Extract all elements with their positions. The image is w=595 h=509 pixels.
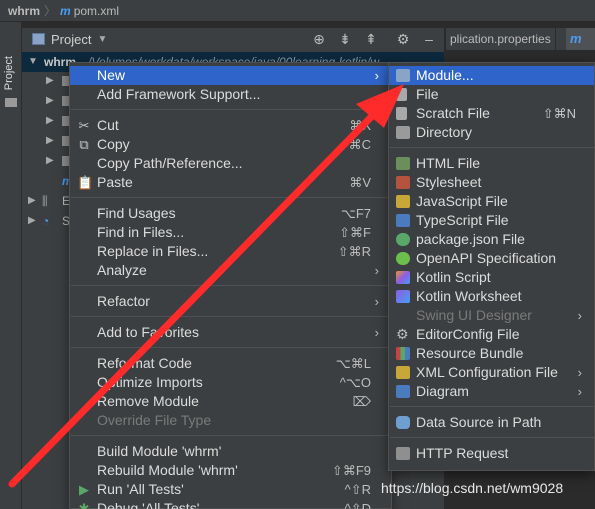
menu-item-build-module[interactable]: Build Module 'whrm'	[70, 442, 391, 461]
directory-icon	[396, 126, 410, 139]
submenu-item-resource-bundle[interactable]: Resource Bundle	[389, 344, 594, 363]
cut-icon: ✂	[78, 118, 90, 133]
project-view-icon	[32, 33, 45, 45]
menu-item-find-in-files[interactable]: Find in Files... ⇧⌘F	[70, 223, 391, 242]
run-icon: ▶	[79, 482, 89, 497]
kotlin-icon	[396, 271, 410, 284]
project-view-selector[interactable]: Project	[51, 32, 91, 47]
library-icon: ⫼	[42, 194, 48, 208]
menu-item-reformat-code[interactable]: Reformat Code ⌥⌘L	[70, 354, 391, 373]
xml-icon	[396, 366, 410, 379]
menu-item-rebuild-module[interactable]: Rebuild Module 'whrm' ⇧⌘F9	[70, 461, 391, 480]
submenu-arrow-icon: ›	[374, 68, 379, 83]
submenu-item-http-request[interactable]: HTTP Request	[389, 444, 594, 463]
expand-all-icon[interactable]: ⇟	[334, 28, 356, 50]
file-icon	[396, 88, 407, 101]
menu-item-new[interactable]: New ›	[70, 66, 391, 85]
tool-window-stripe: Project	[0, 22, 22, 509]
paste-icon: 📋	[77, 175, 94, 190]
menu-item-replace-in-files[interactable]: Replace in Files... ⇧⌘R	[70, 242, 391, 261]
menu-item-find-usages[interactable]: Find Usages ⌥F7	[70, 204, 391, 223]
scratch-file-icon	[396, 107, 407, 120]
chevron-down-icon[interactable]: ▼	[97, 34, 107, 45]
menu-item-paste[interactable]: 📋 Paste ⌘V	[70, 173, 391, 192]
collapse-all-icon[interactable]: ⇞	[360, 28, 382, 50]
gear-icon[interactable]: ⚙	[392, 28, 414, 50]
folder-icon	[5, 98, 17, 107]
submenu-item-scratch-file[interactable]: Scratch File ⇧⌘N	[389, 104, 594, 123]
submenu-item-diagram[interactable]: Diagram ›	[389, 382, 594, 401]
menu-item-copy-path[interactable]: Copy Path/Reference...	[70, 154, 391, 173]
menu-item-cut[interactable]: ✂ Cut ⌘X	[70, 116, 391, 135]
submenu-item-html-file[interactable]: HTML File	[389, 154, 594, 173]
submenu-item-directory[interactable]: Directory	[389, 123, 594, 142]
submenu-item-editorconfig[interactable]: ⚙ EditorConfig File	[389, 325, 594, 344]
menu-item-optimize-imports[interactable]: Optimize Imports ^⌥O	[70, 373, 391, 392]
submenu-item-typescript-file[interactable]: TypeScript File	[389, 211, 594, 230]
menu-item-analyze[interactable]: Analyze ›	[70, 261, 391, 280]
submenu-item-xml-config[interactable]: XML Configuration File ›	[389, 363, 594, 382]
new-submenu: Module... File Scratch File ⇧⌘N Directory…	[388, 62, 595, 471]
breadcrumb: whrm 〉 m pom.xml	[0, 0, 595, 22]
chevron-down-icon[interactable]: ▼	[28, 52, 38, 72]
scratches-icon: ◔	[42, 214, 50, 228]
html-file-icon	[396, 157, 410, 170]
css-icon	[396, 176, 410, 189]
diagram-icon	[396, 385, 410, 398]
locate-icon[interactable]: ⊕	[308, 28, 330, 50]
database-icon	[396, 416, 410, 429]
submenu-item-openapi-spec[interactable]: OpenAPI Specification	[389, 249, 594, 268]
minimize-icon[interactable]: –	[418, 28, 440, 50]
breadcrumb-project[interactable]: whrm	[8, 4, 40, 18]
chevron-right-icon: 〉	[44, 4, 57, 18]
menu-item-add-framework-support[interactable]: Add Framework Support...	[70, 85, 391, 104]
copy-icon: ⧉	[79, 137, 89, 152]
context-menu: New › Add Framework Support... ✂ Cut ⌘X ⧉ Co…	[69, 62, 392, 509]
openapi-icon	[396, 252, 410, 265]
submenu-item-stylesheet[interactable]: Stylesheet	[389, 173, 594, 192]
submenu-item-package-json[interactable]: package.json File	[389, 230, 594, 249]
submenu-item-swing-ui-designer: Swing UI Designer ›	[416, 307, 582, 323]
debug-icon: ✱	[78, 501, 90, 509]
menu-item-override-file-type: Override File Type	[97, 412, 212, 428]
submenu-item-data-source-in-path[interactable]: Data Source in Path	[389, 413, 594, 432]
watermark: https://blog.csdn.net/wm9028	[381, 480, 564, 496]
submenu-item-kotlin-worksheet[interactable]: Kotlin Worksheet	[389, 287, 594, 306]
module-icon	[396, 69, 410, 82]
menu-item-remove-module[interactable]: Remove Module ⌦	[70, 392, 391, 411]
menu-item-run-all-tests[interactable]: ▶ Run 'All Tests' ^⇧R	[70, 480, 391, 499]
npm-icon	[396, 233, 410, 246]
submenu-item-kotlin-script[interactable]: Kotlin Script	[389, 268, 594, 287]
menu-item-add-to-favorites[interactable]: Add to Favorites ›	[70, 323, 391, 342]
js-icon	[396, 195, 410, 208]
maven-icon[interactable]: m	[566, 28, 595, 50]
menu-item-copy[interactable]: ⧉ Copy ⌘C	[70, 135, 391, 154]
ts-icon	[396, 214, 410, 227]
submenu-item-javascript-file[interactable]: JavaScript File	[389, 192, 594, 211]
breadcrumb-file[interactable]: pom.xml	[74, 4, 119, 18]
menu-item-debug-all-tests[interactable]: ✱ Debug 'All Tests' ^⇧D	[70, 499, 391, 509]
api-icon	[396, 447, 410, 460]
editor-tabs: plication.properties m	[446, 28, 595, 50]
maven-icon: m	[60, 3, 71, 18]
kotlin-worksheet-icon	[396, 290, 410, 303]
submenu-item-module[interactable]: Module...	[389, 66, 594, 85]
menu-item-refactor[interactable]: Refactor ›	[70, 292, 391, 311]
project-tool-window-button[interactable]: Project	[3, 56, 15, 90]
submenu-item-file[interactable]: File	[389, 85, 594, 104]
tab-application-properties[interactable]: plication.properties	[446, 28, 556, 50]
gear-icon: ⚙	[396, 326, 409, 342]
resource-bundle-icon	[396, 347, 410, 360]
